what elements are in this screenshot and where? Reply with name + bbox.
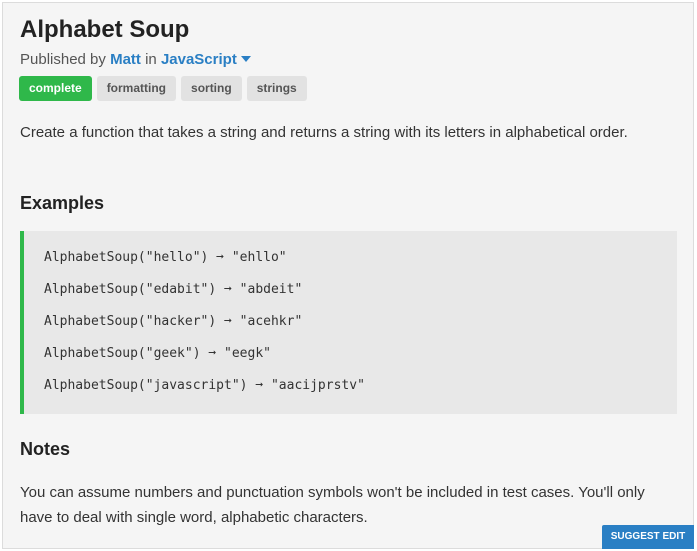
notes-text: You can assume numbers and punctuation s… xyxy=(20,484,645,526)
example-line: AlphabetSoup("hacker") ➞ "acehkr" xyxy=(44,314,303,329)
challenge-title: Alphabet Soup xyxy=(20,16,190,43)
byline-in: in xyxy=(145,51,157,68)
example-line: AlphabetSoup("hello") ➞ "ehllo" xyxy=(44,250,287,265)
tag-list: complete formatting sorting strings xyxy=(19,76,307,101)
tag-complete[interactable]: complete xyxy=(19,76,92,101)
language-label: JavaScript xyxy=(160,51,237,68)
suggest-edit-button[interactable]: SUGGEST EDIT xyxy=(602,525,694,549)
challenge-description: Create a function that takes a string an… xyxy=(20,124,628,141)
examples-block: AlphabetSoup("hello") ➞ "ehllo" Alphabet… xyxy=(20,231,677,414)
byline-prefix: Published by xyxy=(20,51,106,68)
example-line: AlphabetSoup("javascript") ➞ "aacijprstv… xyxy=(44,378,365,393)
language-dropdown[interactable]: JavaScript xyxy=(161,51,251,68)
examples-heading: Examples xyxy=(20,193,105,213)
example-line: AlphabetSoup("geek") ➞ "eegk" xyxy=(44,346,271,361)
tag-sorting[interactable]: sorting xyxy=(181,76,242,101)
caret-down-icon xyxy=(240,56,251,62)
tag-formatting[interactable]: formatting xyxy=(96,76,177,101)
notes-heading: Notes xyxy=(20,439,71,459)
author-link[interactable]: Matt xyxy=(110,51,141,68)
example-line: AlphabetSoup("edabit") ➞ "abdeit" xyxy=(44,282,303,297)
challenge-panel: Alphabet Soup Published by Matt in JavaS… xyxy=(2,2,694,549)
byline: Published by Matt in JavaScript xyxy=(20,51,251,68)
tag-strings[interactable]: strings xyxy=(246,76,307,101)
